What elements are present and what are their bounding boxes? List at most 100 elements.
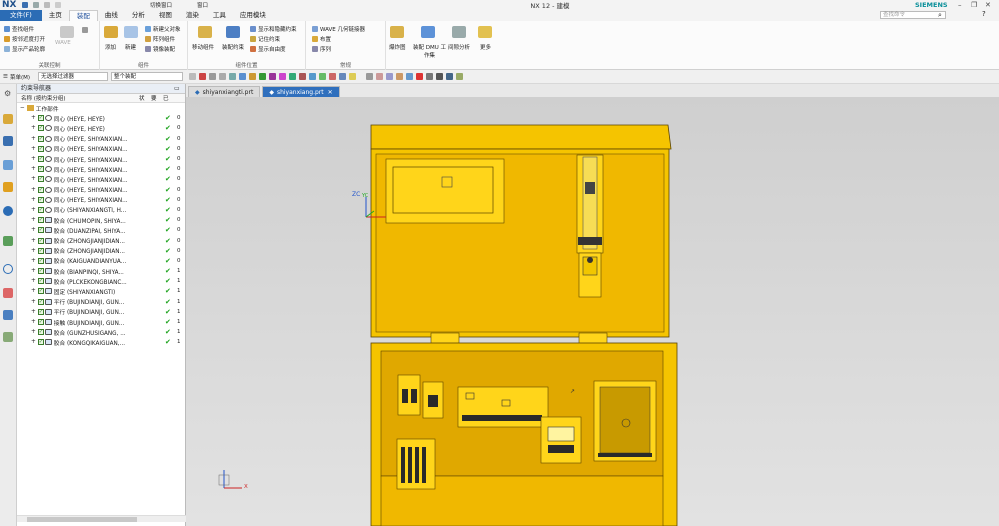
move-component-icon[interactable] (198, 26, 212, 38)
table-row[interactable]: + ✓ 同心 (HEYE, SHIYANXIAN... ✔ 0 (17, 154, 185, 164)
wave-linker-button[interactable]: WAVE 几何链接器 (312, 25, 365, 33)
grid-icon[interactable] (425, 73, 433, 80)
column-name[interactable]: 名称 (按约束分组) (17, 94, 139, 102)
settings-icon[interactable]: ⚙ (4, 89, 11, 98)
table-row[interactable]: + ✓ 固定 (SHIYANXIANGTI) ✔ 1 (17, 286, 185, 296)
table-row[interactable]: + ✓ 胶合 (GUNZHUSIGANG, ... ✔ 1 (17, 327, 185, 337)
dmu-workset-icon[interactable] (421, 26, 435, 38)
constraint-checkbox[interactable]: ✓ (37, 135, 44, 142)
horizontal-scrollbar[interactable] (17, 515, 186, 522)
assembly-navigator-icon[interactable] (3, 136, 13, 146)
cursor-icon[interactable] (218, 73, 226, 80)
expand-icon[interactable]: + (31, 217, 36, 223)
expand-icon[interactable]: + (31, 248, 36, 254)
face-icon[interactable] (348, 73, 356, 80)
extra-icon[interactable] (455, 73, 463, 80)
table-row[interactable]: + ✓ 胶合 (PLCKEKONGBIANC... ✔ 1 (17, 276, 185, 286)
orient-icon[interactable] (435, 73, 443, 80)
line-icon[interactable] (258, 73, 266, 80)
table-row[interactable]: + ✓ 平行 (BUJINDIANJI, GUN... ✔ 1 (17, 297, 185, 307)
center-icon[interactable] (298, 73, 306, 80)
redo-icon[interactable] (44, 2, 51, 8)
tree-root[interactable]: − 工作部件 (17, 103, 185, 113)
table-row[interactable]: + ✓ 胶合 (KONGQIKAIGUAN,... ✔ 1 (17, 337, 185, 347)
menu-analysis[interactable]: 分析 (125, 10, 152, 21)
display-icon[interactable] (405, 73, 413, 80)
column-required[interactable]: 要 (151, 94, 163, 102)
table-row[interactable]: + ✓ 同心 (HEYE, SHIYANXIAN... ✔ 0 (17, 174, 185, 184)
circle-icon[interactable] (288, 73, 296, 80)
constraint-checkbox[interactable]: ✓ (37, 339, 44, 346)
constraint-checkbox[interactable]: ✓ (37, 217, 44, 224)
manufacturing-icon[interactable] (3, 310, 13, 320)
window-menu[interactable]: 窗口 (197, 1, 208, 9)
selection-filter-select[interactable]: 无选择过滤器 (37, 72, 108, 81)
constraint-checkbox[interactable]: ✓ (37, 268, 44, 275)
point-icon[interactable] (198, 73, 206, 80)
view-icon[interactable] (365, 73, 373, 80)
constraint-checkbox[interactable]: ✓ (37, 288, 44, 295)
table-row[interactable]: + ✓ 同心 (HEYE, SHIYANXIAN... ✔ 0 (17, 164, 185, 174)
undo-icon[interactable] (33, 2, 40, 8)
command-search-input[interactable]: 查找命令 (880, 11, 946, 19)
show-dof-button[interactable]: 显示自由度 (250, 45, 286, 53)
link-icon[interactable] (82, 27, 88, 33)
constraint-checkbox[interactable]: ✓ (37, 278, 44, 285)
table-row[interactable]: + ✓ 胶合 (ZHONGJIANJIDIAN... ✔ 0 (17, 235, 185, 246)
constraint-checkbox[interactable]: ✓ (37, 156, 44, 163)
show-product-outline-button[interactable]: 显示产品轮廓 (4, 45, 45, 53)
expand-icon[interactable]: + (31, 125, 36, 131)
endpoint-icon[interactable] (248, 73, 256, 80)
graphics-viewport[interactable]: ↗ ZC YC X (186, 97, 999, 526)
menu-file[interactable]: 文件(F) (0, 10, 42, 21)
remember-constraints-button[interactable]: 记住约束 (250, 35, 280, 43)
expand-icon[interactable]: + (31, 187, 36, 193)
menu-tools[interactable]: 工具 (206, 10, 233, 21)
arc-icon[interactable] (278, 73, 286, 80)
constraint-checkbox[interactable]: ✓ (37, 257, 44, 264)
mirror-assembly-button[interactable]: 镜像装配 (145, 45, 175, 53)
more-icon[interactable] (478, 26, 492, 38)
tab-shiyanxiang[interactable]: ◆ shiyanxiang.prt ✕ (262, 86, 340, 97)
table-row[interactable]: + ✓ 胶合 (ZHONGJIANJIDIAN... ✔ 0 (17, 246, 185, 256)
restore-button[interactable]: ❐ (971, 1, 977, 9)
constraint-checkbox[interactable]: ✓ (37, 319, 44, 326)
expand-icon[interactable]: + (31, 197, 36, 203)
table-row[interactable]: + ✓ 同心 (HEYE, SHIYANXIAN... ✔ 0 (17, 195, 185, 205)
constraint-checkbox[interactable]: ✓ (37, 125, 44, 132)
table-row[interactable]: + ✓ 同心 (HEYE, SHIYANXIAN... ✔ 0 (17, 134, 185, 144)
new-component-icon[interactable] (124, 26, 138, 38)
constraint-checkbox[interactable]: ✓ (37, 298, 44, 305)
snap-icon[interactable] (188, 73, 196, 80)
constraint-checkbox[interactable]: ✓ (37, 196, 44, 203)
scope-select[interactable]: 整个装配 (110, 72, 183, 81)
expand-icon[interactable]: + (31, 176, 36, 182)
select-icon[interactable] (208, 73, 216, 80)
constraint-checkbox[interactable]: ✓ (37, 166, 44, 173)
constraint-checkbox[interactable]: ✓ (37, 329, 44, 336)
style-icon[interactable] (445, 73, 453, 80)
expand-icon[interactable]: + (31, 238, 36, 244)
table-row[interactable]: + ✓ 同心 (HEYE, SHIYANXIAN... ✔ 0 (17, 185, 185, 195)
constraint-checkbox[interactable]: ✓ (37, 186, 44, 193)
expand-icon[interactable]: + (31, 115, 36, 121)
expand-icon[interactable]: + (31, 339, 36, 345)
expand-icon[interactable]: + (31, 329, 36, 335)
table-row[interactable]: + ✓ 胶合 (KAIGUANDIANYUA... ✔ 0 (17, 256, 185, 266)
menu-render[interactable]: 渲染 (179, 10, 206, 21)
constraint-checkbox[interactable]: ✓ (37, 227, 44, 234)
constraint-checkbox[interactable]: ✓ (37, 206, 44, 213)
expand-icon[interactable]: + (31, 136, 36, 142)
table-row[interactable]: + ✓ 同心 (SHIYANXIANGTI, H... ✔ 0 (17, 205, 185, 215)
rotate-icon[interactable] (385, 73, 393, 80)
table-row[interactable]: + ✓ 胶合 (DUANZIPAI, SHIYA... ✔ 0 (17, 225, 185, 235)
constraint-checkbox[interactable]: ✓ (37, 176, 44, 183)
table-row[interactable]: + ✓ 胶合 (BIANPINQI, SHIYA... ✔ 1 (17, 266, 185, 276)
exploded-view-icon[interactable] (390, 26, 404, 38)
expand-icon[interactable]: + (31, 146, 36, 152)
menu-button[interactable]: ☰ 菜单(M) (3, 73, 30, 81)
close-button[interactable]: ✕ (985, 1, 991, 9)
reuse-library-icon[interactable] (3, 182, 13, 192)
part-navigator-icon[interactable] (3, 114, 13, 124)
collapse-icon[interactable]: − (20, 105, 25, 111)
